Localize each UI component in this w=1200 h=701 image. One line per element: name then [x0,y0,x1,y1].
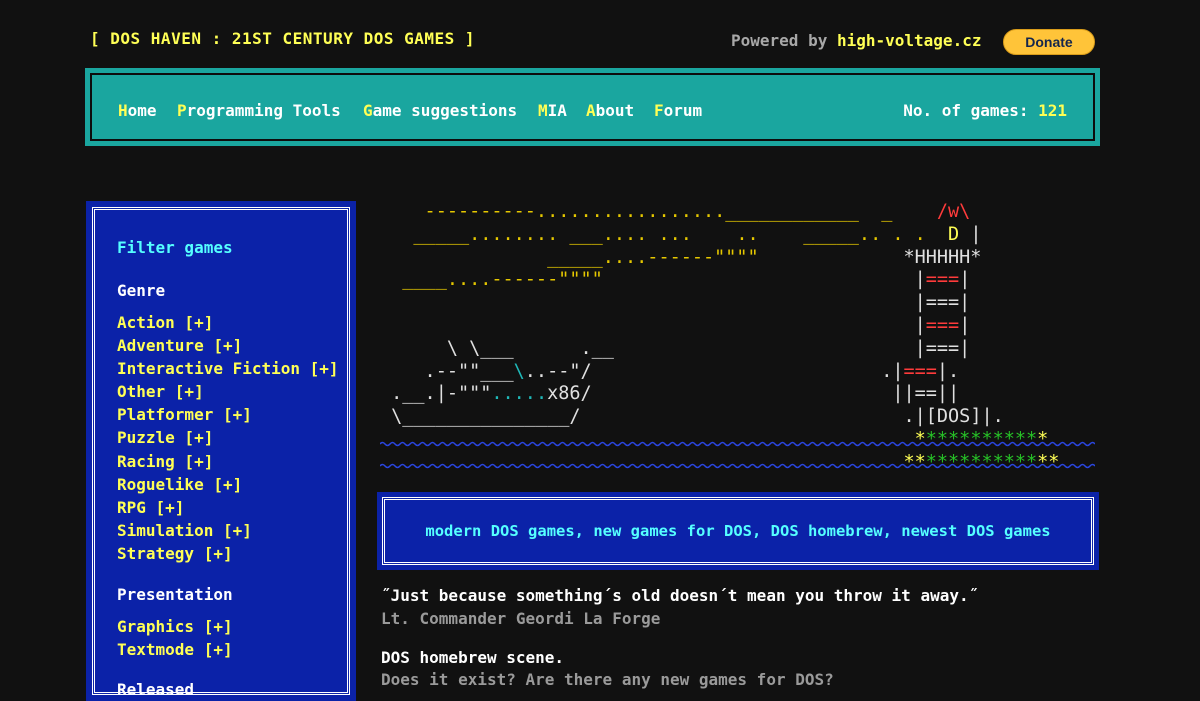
powered-by-link[interactable]: high-voltage.cz [837,31,982,50]
nav-about[interactable]: About [586,101,634,120]
presentation-textmode[interactable]: Textmode [+] [117,640,233,663]
genre-racing[interactable]: Racing [+] [117,452,339,475]
game-count-value: 121 [1038,101,1067,120]
section-text: Does it exist? Are there any new games f… [381,670,834,689]
boat-label: x86/ [547,383,592,405]
quote-text: ˝Just because something´s old doesn´t me… [381,586,979,605]
main-nav: Home Programming Tools Game suggestions … [85,68,1100,146]
quote-author: Lt. Commander Geordi La Forge [381,609,661,628]
powered-by-label: Powered by [731,31,837,50]
filter-title: Filter games [117,238,233,257]
wave-line-top [380,441,1095,447]
section-title: DOS homebrew scene. [381,648,565,667]
filter-sidebar: Filter games Genre Action [+] Adventure … [86,201,356,701]
donate-button[interactable]: Donate [1003,29,1095,55]
main-nav-frame: Home Programming Tools Game suggestions … [90,73,1095,141]
nav-game-suggestions[interactable]: Game suggestions [363,101,517,120]
game-count: No. of games: 121 [903,101,1067,120]
wave-svg-top [380,441,1095,447]
game-count-label: No. of games: [903,101,1039,120]
filter-sidebar-frame: Filter games Genre Action [+] Adventure … [92,207,350,699]
tagline-box: modern DOS games, new games for DOS, DOS… [377,492,1099,570]
presentation-list: Graphics [+] Textmode [+] [117,617,233,663]
nav-forum[interactable]: Forum [654,101,702,120]
genre-puzzle[interactable]: Puzzle [+] [117,428,339,451]
nav-mia[interactable]: MIA [538,101,567,120]
wave-line-bottom [380,463,1095,469]
wave-svg-bottom [380,463,1095,469]
ascii-art-banner: ----------.................____________ … [380,201,1100,481]
ascii-art: ----------.................____________ … [380,201,1060,473]
site-title[interactable]: [ DOS HAVEN : 21ST CENTURY DOS GAMES ] [90,29,475,48]
genre-other[interactable]: Other [+] [117,382,339,405]
tower-label: DOS [936,406,971,428]
genre-simulation[interactable]: Simulation [+] [117,521,339,544]
genre-list: Action [+] Adventure [+] Interactive Fic… [117,313,339,567]
genre-platformer[interactable]: Platformer [+] [117,405,339,428]
genre-adventure[interactable]: Adventure [+] [117,336,339,359]
presentation-heading: Presentation [117,585,233,604]
tagline-text: modern DOS games, new games for DOS, DOS… [382,497,1094,565]
genre-action[interactable]: Action [+] [117,313,339,336]
genre-roguelike[interactable]: Roguelike [+] [117,475,339,498]
nav-programming-tools[interactable]: Programming Tools [177,101,341,120]
powered-by: Powered by high-voltage.cz [731,31,981,50]
genre-interactive-fiction[interactable]: Interactive Fiction [+] [117,359,339,382]
genre-rpg[interactable]: RPG [+] [117,498,339,521]
genre-strategy[interactable]: Strategy [+] [117,544,339,567]
nav-home[interactable]: Home [118,101,157,120]
top-bar: [ DOS HAVEN : 21ST CENTURY DOS GAMES ] P… [0,0,1200,68]
presentation-graphics[interactable]: Graphics [+] [117,617,233,640]
genre-heading: Genre [117,281,166,300]
